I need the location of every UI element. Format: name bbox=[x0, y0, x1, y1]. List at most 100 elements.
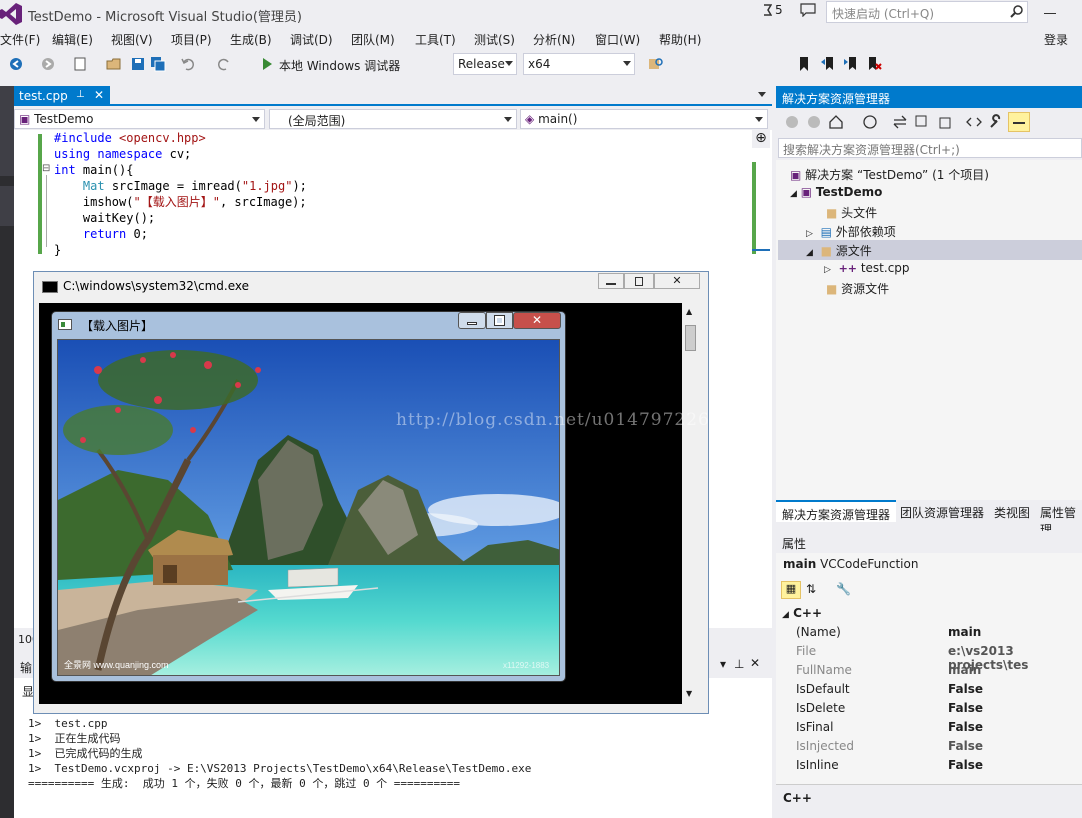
wrench-icon[interactable] bbox=[988, 114, 1004, 130]
solution-node[interactable]: ▣ 解决方案 “TestDemo” (1 个项目) bbox=[790, 166, 989, 183]
image-close-button[interactable]: ✕ bbox=[513, 312, 561, 329]
image-minimize-button[interactable] bbox=[458, 312, 486, 329]
menu-help[interactable]: 帮助(H) bbox=[659, 31, 701, 48]
find-in-files-icon[interactable] bbox=[648, 56, 664, 72]
menu-window[interactable]: 窗口(W) bbox=[595, 31, 640, 48]
code-view-icon[interactable] bbox=[966, 114, 982, 130]
menu-build[interactable]: 生成(B) bbox=[230, 31, 272, 48]
property-row[interactable]: IsDelete False bbox=[778, 701, 1082, 720]
next-bookmark-icon[interactable] bbox=[843, 56, 859, 72]
close-icon[interactable]: ✕ bbox=[94, 88, 104, 102]
project-node[interactable]: ◢ ▣ TestDemo bbox=[790, 185, 882, 199]
menu-view[interactable]: 视图(V) bbox=[111, 31, 153, 48]
scroll-thumb[interactable] bbox=[685, 325, 696, 351]
feedback-icon[interactable] bbox=[800, 3, 816, 17]
solution-search-input[interactable]: 搜索解决方案资源管理器(Ctrl+;) bbox=[778, 138, 1082, 158]
cmd-maximize-button[interactable] bbox=[624, 273, 654, 289]
back-icon[interactable] bbox=[784, 114, 800, 130]
save-icon[interactable] bbox=[130, 56, 146, 72]
copy-icon[interactable] bbox=[936, 114, 952, 130]
cmd-minimize-button[interactable] bbox=[598, 273, 624, 289]
code-line-3: int main(){ bbox=[54, 163, 134, 177]
tree-item-external-deps[interactable]: ▷ ▤ 外部依赖项 bbox=[806, 223, 896, 240]
nav-project-dropdown[interactable]: ▣ TestDemo bbox=[14, 109, 265, 129]
output-line: 1> TestDemo.vcxproj -> E:\VS2013 Project… bbox=[28, 762, 532, 775]
open-file-icon[interactable] bbox=[106, 56, 122, 72]
nav-scope-dropdown[interactable]: (全局范围) bbox=[269, 109, 517, 129]
menu-tools[interactable]: 工具(T) bbox=[415, 31, 456, 48]
menu-project[interactable]: 项目(P) bbox=[171, 31, 212, 48]
blog-watermark: http://blog.csdn.net/u014797226 bbox=[396, 410, 710, 430]
sync-icon[interactable] bbox=[892, 114, 908, 130]
tab-team-explorer[interactable]: 团队资源管理器 bbox=[900, 504, 984, 521]
property-row[interactable]: IsFinal False bbox=[778, 720, 1082, 739]
menu-test[interactable]: 测试(S) bbox=[474, 31, 515, 48]
output-line: 1> 已完成代码的生成 bbox=[28, 747, 143, 760]
scroll-down-icon[interactable]: ▼ bbox=[686, 689, 692, 698]
image-maximize-button[interactable] bbox=[486, 312, 513, 329]
notification-flag-icon[interactable] bbox=[762, 4, 772, 16]
split-icon[interactable]: ⊕ bbox=[752, 130, 770, 148]
menu-analyze[interactable]: 分析(N) bbox=[533, 31, 575, 48]
alphabetical-icon[interactable]: ⇅ bbox=[806, 582, 816, 596]
menu-team[interactable]: 团队(M) bbox=[351, 31, 395, 48]
property-row[interactable]: (Name) main bbox=[778, 625, 1082, 644]
debug-target-label[interactable]: 本地 Windows 调试器 bbox=[279, 57, 400, 74]
dropdown-icon[interactable]: ▾ bbox=[720, 657, 726, 671]
minimize-button[interactable] bbox=[1044, 13, 1056, 14]
property-row[interactable]: IsInjected False bbox=[778, 739, 1082, 758]
toolbox-tab[interactable] bbox=[0, 186, 14, 226]
tree-item-test-cpp[interactable]: ▷ ++ test.cpp bbox=[824, 261, 910, 275]
history-icon[interactable] bbox=[862, 114, 878, 130]
property-row[interactable]: IsDefault False bbox=[778, 682, 1082, 701]
cmd-icon bbox=[42, 281, 58, 293]
code-line-7: return 0; bbox=[82, 227, 148, 241]
redo-icon[interactable] bbox=[216, 56, 232, 72]
collapse-all-icon[interactable] bbox=[914, 114, 930, 130]
tree-item-header-files[interactable]: ■ 头文件 bbox=[826, 204, 877, 221]
tab-solution-explorer[interactable]: 解决方案资源管理器 bbox=[776, 500, 897, 522]
tree-item-source-files[interactable]: ◢ ■ 源文件 bbox=[806, 242, 872, 259]
forward-icon[interactable] bbox=[40, 56, 56, 72]
tab-class-view[interactable]: 类视图 bbox=[994, 504, 1030, 521]
new-project-icon[interactable] bbox=[72, 56, 88, 72]
code-line-1: #include <opencv.hpp> bbox=[54, 131, 206, 145]
menu-file[interactable]: 文件(F) bbox=[0, 31, 40, 48]
category-cpp[interactable]: ◢ C++ bbox=[782, 606, 822, 620]
properties-object[interactable]: main VCCodeFunction bbox=[783, 557, 918, 571]
preview-toggle-button[interactable] bbox=[1008, 112, 1030, 132]
config-dropdown[interactable]: Release bbox=[453, 53, 517, 75]
scroll-up-icon[interactable]: ▲ bbox=[686, 307, 692, 316]
menu-debug[interactable]: 调试(D) bbox=[290, 31, 333, 48]
forward-icon[interactable] bbox=[806, 114, 822, 130]
login-link[interactable]: 登录 bbox=[1044, 31, 1068, 48]
home-icon[interactable] bbox=[828, 114, 844, 130]
back-icon[interactable] bbox=[8, 56, 24, 72]
property-row[interactable]: File e:\vs2013 projects\tes bbox=[778, 644, 1082, 672]
tree-item-resource-files[interactable]: ■ 资源文件 bbox=[826, 280, 889, 297]
collapse-icon[interactable]: ⊟ bbox=[42, 163, 50, 174]
property-row[interactable]: IsInline False bbox=[778, 758, 1082, 777]
cmd-close-button[interactable]: ✕ bbox=[654, 273, 700, 289]
quick-launch-input[interactable]: 快速启动 (Ctrl+Q) bbox=[826, 1, 1028, 23]
server-explorer-tab[interactable] bbox=[0, 86, 14, 176]
platform-dropdown[interactable]: x64 bbox=[523, 53, 635, 75]
close-icon[interactable]: ✕ bbox=[750, 656, 760, 670]
clear-bookmarks-icon[interactable] bbox=[866, 56, 882, 72]
search-icon[interactable] bbox=[1010, 5, 1024, 19]
nav-member-dropdown[interactable]: ◈ main() bbox=[520, 109, 768, 129]
undo-icon[interactable] bbox=[180, 56, 196, 72]
tab-list-icon[interactable] bbox=[758, 92, 766, 97]
bookmark-icon[interactable] bbox=[796, 56, 812, 72]
menu-edit[interactable]: 编辑(E) bbox=[52, 31, 93, 48]
pin-icon[interactable]: ⊥ bbox=[734, 657, 744, 671]
property-row[interactable]: FullName main bbox=[778, 663, 1082, 682]
save-all-icon[interactable] bbox=[150, 56, 166, 72]
categorized-icon[interactable]: ▦ bbox=[781, 581, 801, 599]
tab-test-cpp[interactable]: test.cpp ⊥ ✕ bbox=[14, 86, 110, 106]
start-debug-icon[interactable] bbox=[259, 56, 275, 72]
property-pages-icon[interactable]: 🔧 bbox=[836, 582, 851, 596]
prev-bookmark-icon[interactable] bbox=[820, 56, 836, 72]
pin-icon[interactable]: ⊥ bbox=[76, 89, 85, 100]
cmd-scrollbar[interactable]: ▲ ▼ bbox=[682, 303, 699, 704]
